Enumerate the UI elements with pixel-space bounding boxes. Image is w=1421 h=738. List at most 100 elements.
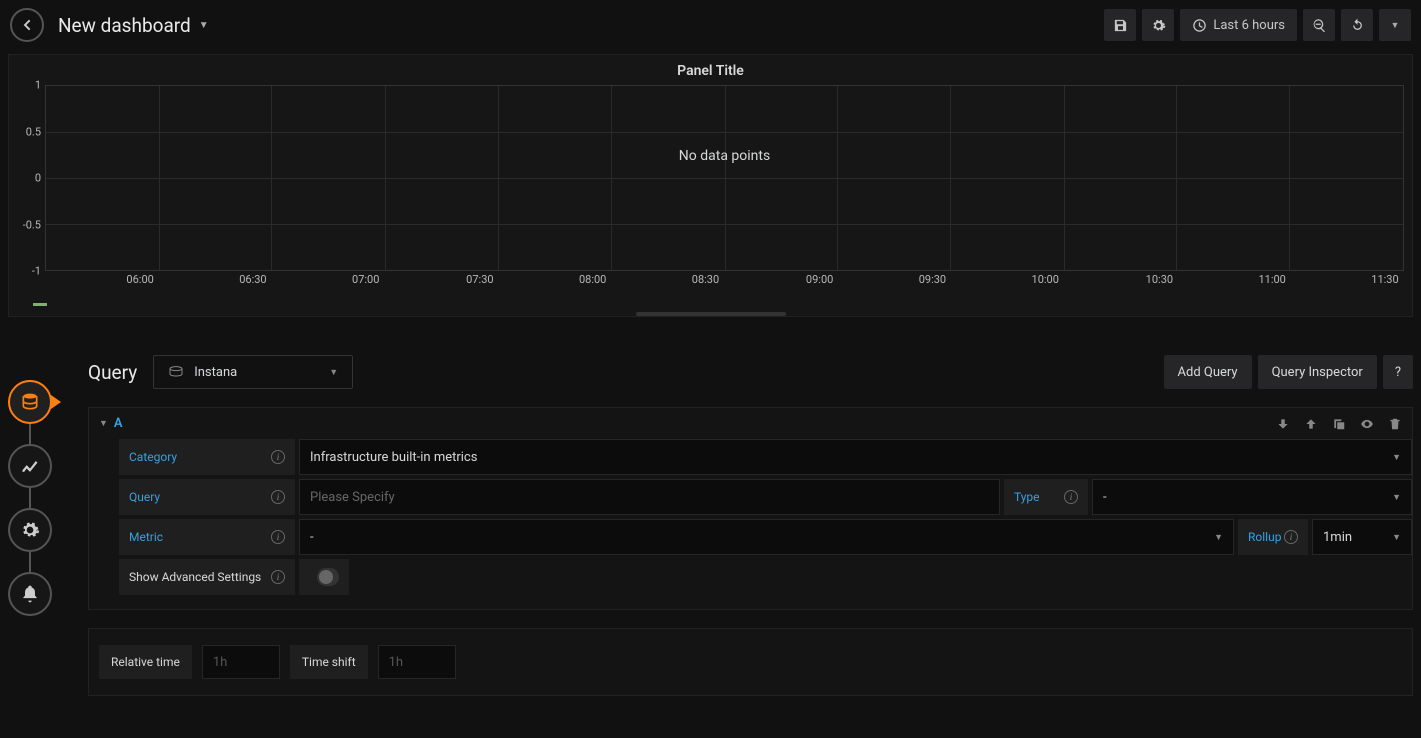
query-label: Query i bbox=[119, 479, 295, 515]
bell-icon bbox=[20, 584, 40, 604]
time-shift-input[interactable] bbox=[378, 645, 456, 679]
datasource-name: Instana bbox=[194, 365, 237, 380]
zoom-out-button[interactable] bbox=[1303, 9, 1335, 41]
x-axis: 06:00 06:30 07:00 07:30 08:00 08:30 09:0… bbox=[45, 271, 1404, 295]
x-tick: 10:30 bbox=[1146, 273, 1173, 286]
x-tick: 10:00 bbox=[1032, 273, 1059, 286]
query-header: Query Instana ▼ Add Query Query Inspecto… bbox=[88, 355, 1413, 389]
relative-time-label: Relative time bbox=[99, 645, 192, 679]
editor-sidebar bbox=[8, 380, 52, 616]
move-down-icon[interactable] bbox=[1276, 417, 1290, 431]
chevron-down-icon: ▼ bbox=[1392, 452, 1401, 463]
eye-icon[interactable] bbox=[1360, 417, 1374, 431]
x-tick: 07:30 bbox=[466, 273, 493, 286]
sidebar-item-visualization[interactable] bbox=[8, 444, 52, 488]
relative-time-input[interactable] bbox=[202, 645, 280, 679]
legend-item[interactable] bbox=[33, 303, 47, 306]
y-tick: 0 bbox=[35, 172, 41, 185]
chart-area[interactable]: 1 0.5 0 -0.5 -1 No data points 06:00 06: bbox=[9, 85, 1412, 295]
chevron-down-icon: ▼ bbox=[1391, 20, 1400, 31]
category-select[interactable]: Infrastructure built-in metrics ▼ bbox=[299, 439, 1412, 475]
time-shift-label: Time shift bbox=[290, 645, 368, 679]
query-row-header[interactable]: ▼ A bbox=[89, 408, 1412, 439]
advanced-toggle-wrap bbox=[299, 559, 349, 595]
query-input[interactable] bbox=[299, 479, 1000, 515]
chevron-down-icon: ▼ bbox=[1392, 532, 1401, 543]
add-query-button[interactable]: Add Query bbox=[1164, 355, 1252, 389]
plot-area: No data points bbox=[45, 85, 1404, 271]
sidebar-item-general[interactable] bbox=[8, 508, 52, 552]
x-tick: 07:00 bbox=[352, 273, 379, 286]
panel-title: Panel Title bbox=[9, 55, 1412, 85]
duplicate-icon[interactable] bbox=[1332, 417, 1346, 431]
query-section: Query Instana ▼ Add Query Query Inspecto… bbox=[88, 355, 1413, 610]
move-up-icon[interactable] bbox=[1304, 417, 1318, 431]
dashboard-title[interactable]: New dashboard ▼ bbox=[58, 14, 209, 37]
time-shift-field[interactable] bbox=[379, 646, 455, 678]
x-tick: 09:00 bbox=[806, 273, 833, 286]
no-data-message: No data points bbox=[679, 148, 770, 164]
chevron-down-icon: ▼ bbox=[1392, 492, 1401, 503]
metric-label: Metric i bbox=[119, 519, 295, 555]
metric-select[interactable]: - ▼ bbox=[299, 519, 1234, 555]
zoom-out-icon bbox=[1312, 18, 1327, 33]
relative-time-field[interactable] bbox=[203, 646, 279, 678]
info-icon[interactable]: i bbox=[271, 570, 285, 584]
query-text-field[interactable] bbox=[310, 490, 989, 505]
query-row: ▼ A Category i Infrastructure built-in m… bbox=[88, 407, 1413, 610]
arrow-left-icon bbox=[19, 17, 35, 33]
y-tick: -1 bbox=[32, 265, 41, 278]
chart-panel: Panel Title 1 0.5 0 -0.5 -1 No data poin… bbox=[8, 54, 1413, 317]
query-form: Category i Infrastructure built-in metri… bbox=[89, 439, 1412, 609]
x-tick: 09:30 bbox=[919, 273, 946, 286]
y-tick: 0.5 bbox=[26, 125, 41, 138]
info-icon[interactable]: i bbox=[271, 450, 285, 464]
header-bar: New dashboard ▼ Last 6 hours ▼ bbox=[0, 0, 1421, 50]
x-tick: 08:00 bbox=[579, 273, 606, 286]
x-tick: 06:00 bbox=[126, 273, 153, 286]
sidebar-item-alert[interactable] bbox=[8, 572, 52, 616]
dashboard-title-text: New dashboard bbox=[58, 14, 191, 37]
time-range-text: Last 6 hours bbox=[1213, 18, 1285, 33]
query-section-title: Query bbox=[88, 361, 137, 384]
database-icon bbox=[20, 392, 40, 412]
chevron-down-icon: ▼ bbox=[199, 20, 209, 31]
chevron-down-icon: ▼ bbox=[99, 418, 108, 429]
refresh-interval-button[interactable]: ▼ bbox=[1379, 9, 1411, 41]
query-row-actions bbox=[1276, 417, 1402, 431]
category-label: Category i bbox=[119, 439, 295, 475]
gear-icon bbox=[1151, 18, 1166, 33]
chevron-down-icon: ▼ bbox=[329, 367, 338, 378]
x-tick: 08:30 bbox=[692, 273, 719, 286]
gear-icon bbox=[20, 520, 40, 540]
rollup-label: Rollup i bbox=[1238, 519, 1308, 555]
query-help-button[interactable]: ? bbox=[1383, 355, 1413, 389]
type-select[interactable]: - ▼ bbox=[1092, 479, 1412, 515]
settings-button[interactable] bbox=[1142, 9, 1174, 41]
x-tick: 11:30 bbox=[1371, 273, 1398, 286]
query-inspector-button[interactable]: Query Inspector bbox=[1258, 355, 1377, 389]
y-tick: 1 bbox=[35, 79, 41, 92]
info-icon[interactable]: i bbox=[271, 490, 285, 504]
datasource-icon bbox=[168, 365, 184, 379]
y-tick: -0.5 bbox=[23, 218, 41, 231]
advanced-settings-toggle[interactable] bbox=[317, 568, 339, 586]
info-icon[interactable]: i bbox=[1284, 530, 1298, 544]
clock-icon bbox=[1192, 18, 1207, 33]
save-button[interactable] bbox=[1104, 9, 1136, 41]
time-range-button[interactable]: Last 6 hours bbox=[1180, 9, 1297, 41]
time-options: Relative time Time shift bbox=[88, 628, 1413, 696]
trash-icon[interactable] bbox=[1388, 417, 1402, 431]
resize-handle[interactable] bbox=[636, 312, 786, 316]
y-axis: 1 0.5 0 -0.5 -1 bbox=[9, 85, 45, 271]
back-button[interactable] bbox=[10, 8, 44, 42]
info-icon[interactable]: i bbox=[1064, 490, 1078, 504]
sidebar-item-queries[interactable] bbox=[8, 380, 52, 424]
datasource-select[interactable]: Instana ▼ bbox=[153, 355, 353, 389]
save-icon bbox=[1113, 18, 1128, 33]
chart-icon bbox=[20, 456, 40, 476]
refresh-icon bbox=[1350, 18, 1365, 33]
rollup-select[interactable]: 1min ▼ bbox=[1312, 519, 1412, 555]
refresh-button[interactable] bbox=[1341, 9, 1373, 41]
info-icon[interactable]: i bbox=[271, 530, 285, 544]
